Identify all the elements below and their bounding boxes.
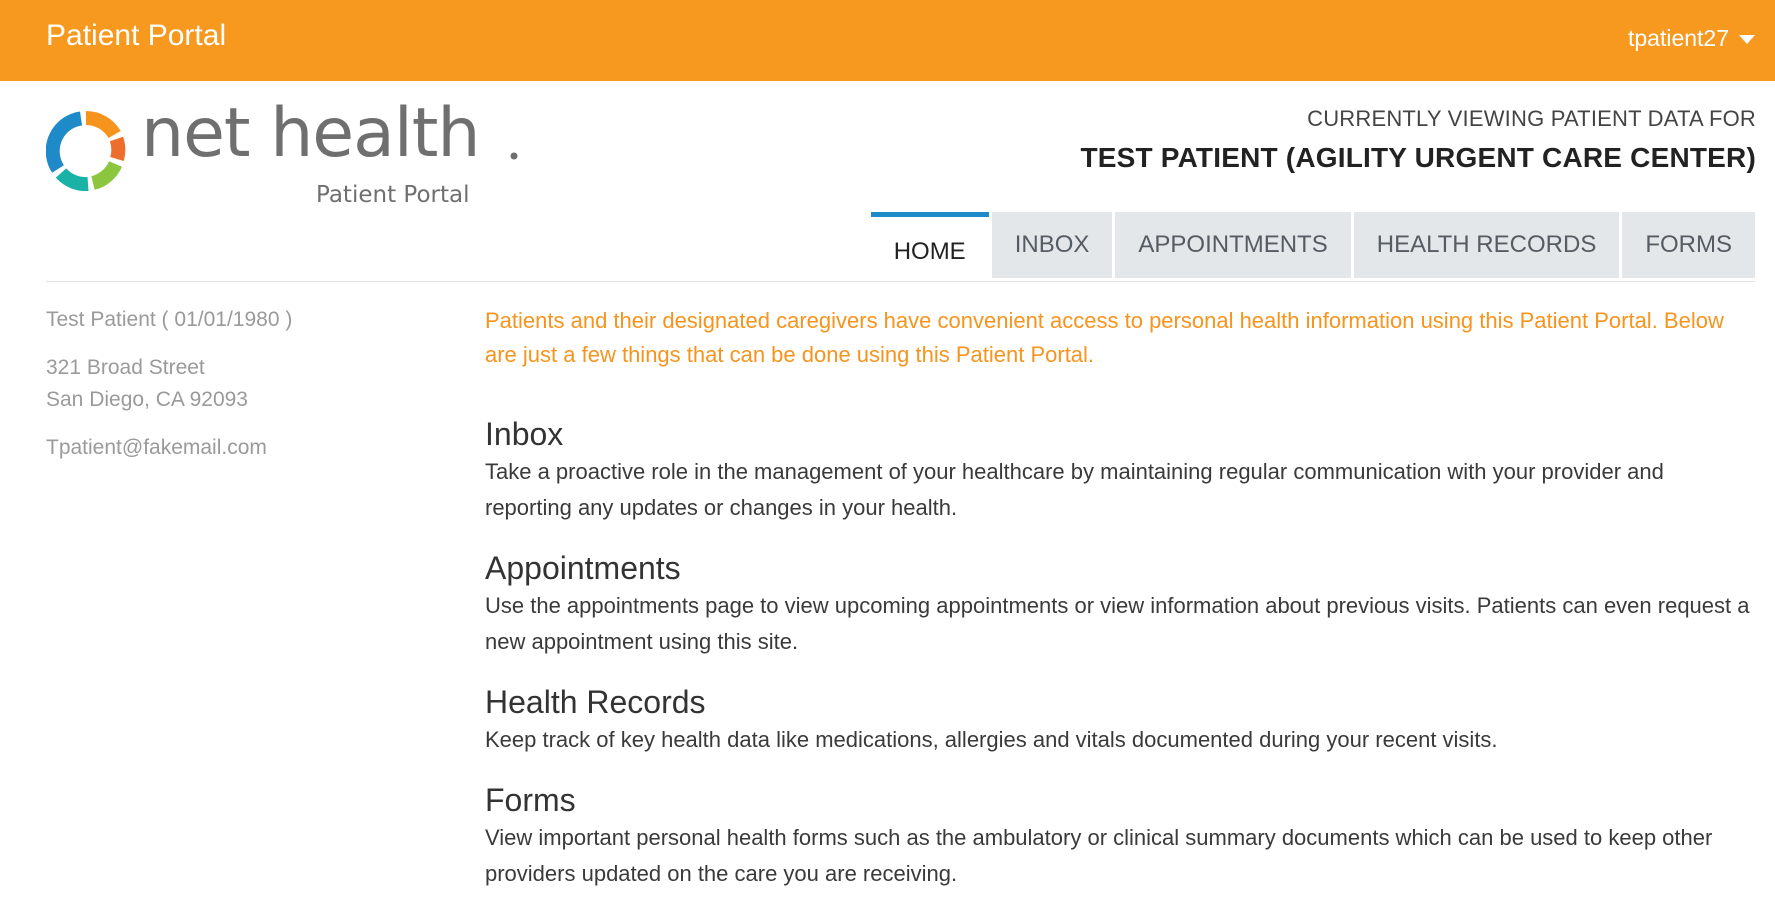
address-line-2: San Diego, CA 92093 bbox=[46, 388, 248, 411]
current-patient-header: CURRENTLY VIEWING PATIENT DATA FOR TEST … bbox=[1080, 106, 1756, 174]
intro-text: Patients and their designated caregivers… bbox=[485, 308, 1724, 367]
patient-email: Tpatient@fakemail.com bbox=[46, 436, 267, 459]
registered-mark-icon bbox=[510, 152, 518, 160]
main-content: Patients and their designated caregivers… bbox=[485, 304, 1755, 914]
logo-subtitle: Patient Portal bbox=[316, 182, 470, 208]
section-body: Use the appointments page to view upcomi… bbox=[485, 593, 1750, 654]
section-appointments: Appointments Use the appointments page t… bbox=[485, 548, 1755, 660]
tab-home[interactable]: HOME bbox=[870, 212, 989, 280]
section-body: Keep track of key health data like medic… bbox=[485, 727, 1498, 752]
tab-forms[interactable]: FORMS bbox=[1622, 212, 1755, 278]
tab-appointments[interactable]: APPOINTMENTS bbox=[1115, 212, 1351, 278]
patient-address: 321 Broad Street San Diego, CA 92093 bbox=[46, 352, 426, 416]
tab-inbox[interactable]: INBOX bbox=[991, 212, 1113, 278]
section-body: Take a proactive role in the management … bbox=[485, 459, 1664, 520]
section-inbox: Inbox Take a proactive role in the manag… bbox=[485, 414, 1755, 526]
net-health-logo: net health Patient Portal bbox=[46, 100, 518, 208]
chevron-down-icon[interactable] bbox=[1739, 35, 1755, 44]
address-line-1: 321 Broad Street bbox=[46, 356, 205, 379]
nav-divider bbox=[46, 281, 1755, 282]
section-title: Health Records bbox=[485, 684, 706, 720]
section-title: Forms bbox=[485, 782, 576, 818]
section-body: View important personal health forms suc… bbox=[485, 825, 1713, 886]
tab-health-records[interactable]: HEALTH RECORDS bbox=[1353, 212, 1620, 278]
viewing-patient-name: TEST PATIENT (AGILITY URGENT CARE CENTER… bbox=[1080, 142, 1756, 173]
section-title: Appointments bbox=[485, 550, 681, 586]
section-title: Inbox bbox=[485, 416, 564, 452]
logo-ring-icon bbox=[46, 111, 126, 191]
logo-wordmark: net health bbox=[141, 94, 480, 173]
app-title: Patient Portal bbox=[46, 19, 227, 52]
patient-name-dob: Test Patient ( 01/01/1980 ) bbox=[46, 308, 293, 331]
viewing-label: CURRENTLY VIEWING PATIENT DATA FOR bbox=[1307, 106, 1756, 131]
top-bar: Patient Portal tpatient27 bbox=[0, 0, 1775, 81]
user-menu[interactable]: tpatient27 bbox=[1628, 22, 1755, 54]
patient-info-sidebar: Test Patient ( 01/01/1980 ) 321 Broad St… bbox=[46, 304, 426, 480]
section-health-records: Health Records Keep track of key health … bbox=[485, 682, 1755, 758]
main-nav-tabs: HOME INBOX APPOINTMENTS HEALTH RECORDS F… bbox=[870, 212, 1755, 280]
username[interactable]: tpatient27 bbox=[1628, 25, 1729, 52]
section-forms: Forms View important personal health for… bbox=[485, 780, 1755, 892]
